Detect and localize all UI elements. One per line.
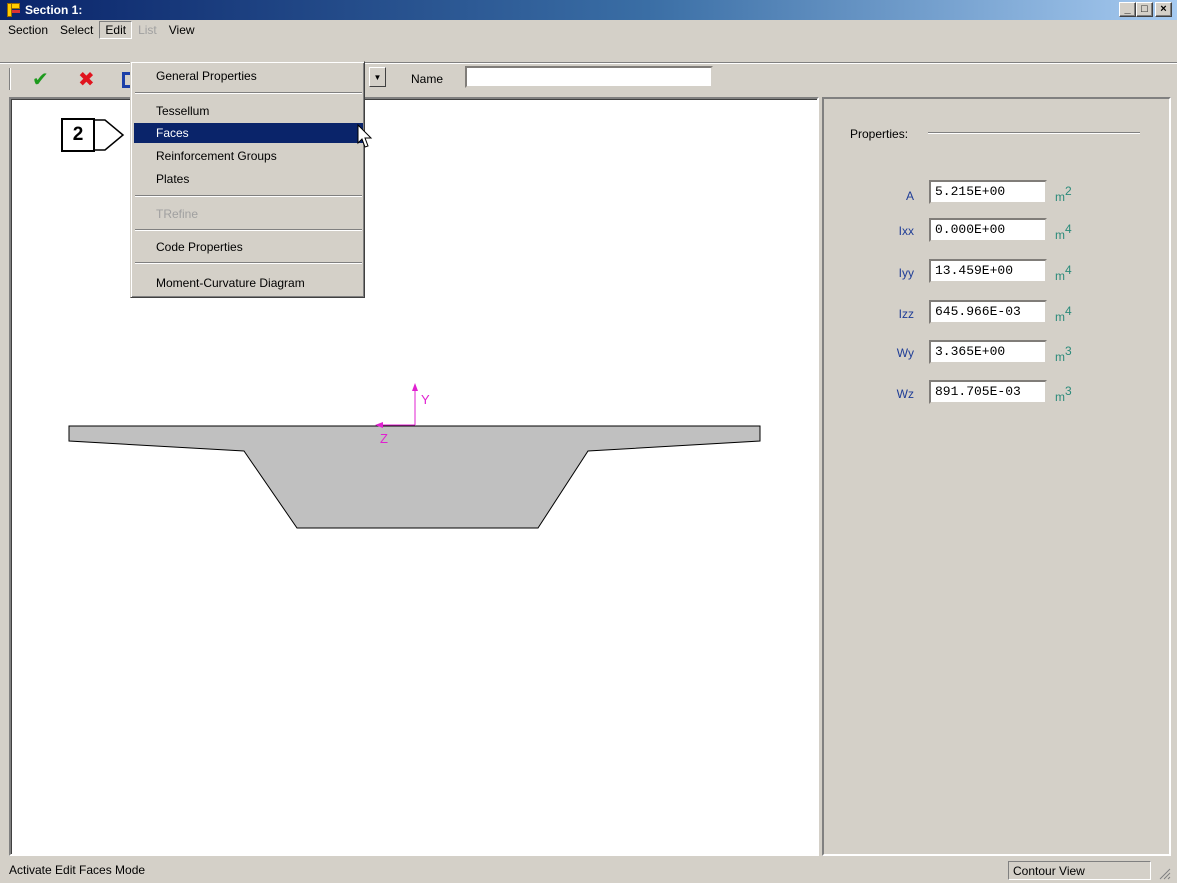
mouse-cursor-icon bbox=[357, 123, 373, 148]
